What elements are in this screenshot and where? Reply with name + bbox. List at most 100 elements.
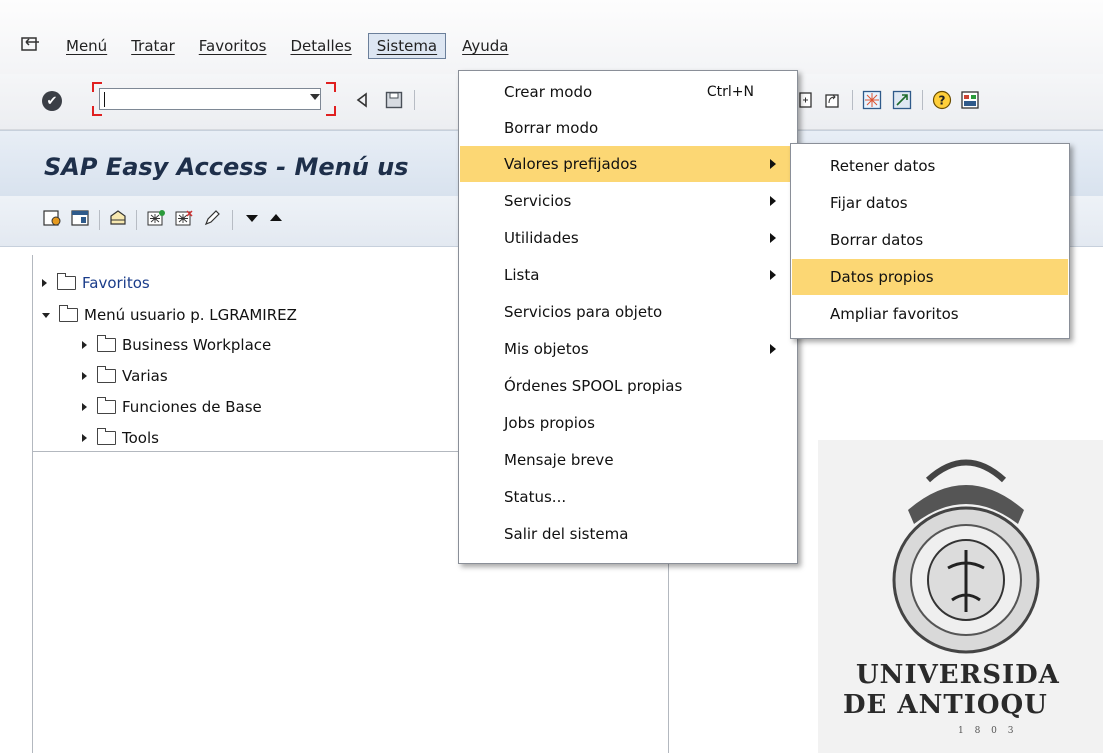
menu-item-servicios[interactable]: Servicios [460, 183, 796, 219]
menu-expand-icon[interactable] [20, 36, 42, 56]
move-up-icon[interactable] [266, 208, 286, 228]
menu-item-servicios-para-objeto[interactable]: Servicios para objeto [460, 294, 796, 330]
menu-item-label: Ampliar favoritos [830, 305, 959, 323]
tree-node-label: Tools [122, 429, 159, 447]
menu-item-retener-datos[interactable]: Retener datos [792, 148, 1068, 184]
expand-arrow-icon[interactable] [82, 372, 87, 380]
folder-icon [57, 273, 76, 290]
menu-ayuda[interactable]: Ayuda [454, 33, 516, 59]
menu-item-utilidades[interactable]: Utilidades [460, 220, 796, 256]
submenu-arrow-icon [770, 344, 776, 354]
logo-year: 1 8 0 3 [958, 726, 1018, 736]
toolbar-separator [232, 210, 233, 230]
university-logo: UNIVERSIDA DE ANTIOQU 1 8 0 3 [818, 440, 1103, 753]
tree-node-label: Funciones de Base [122, 398, 262, 416]
add-favorite-icon[interactable] [146, 208, 166, 228]
layout-icon[interactable] [862, 90, 882, 110]
menu-item-crear-modo[interactable]: Crear modo Ctrl+N [460, 74, 796, 110]
folder-icon [97, 397, 116, 414]
tree-node-favoritos[interactable]: Favoritos [42, 269, 150, 297]
delete-favorite-icon[interactable] [174, 208, 194, 228]
menu-item-label: Lista [504, 266, 540, 284]
menu-item-lista[interactable]: Lista [460, 257, 796, 293]
page-title: SAP Easy Access - Menú us [44, 153, 409, 181]
tree-node-tools[interactable]: Tools [82, 424, 159, 452]
menu-favoritos[interactable]: Favoritos [191, 33, 275, 59]
toolbar-separator [852, 90, 853, 110]
other-menu-icon[interactable] [108, 208, 128, 228]
menu-item-label: Jobs propios [504, 414, 595, 432]
menu-item-salir-del-sistema[interactable]: Salir del sistema [460, 516, 796, 552]
menu-item-mensaje-breve[interactable]: Mensaje breve [460, 442, 796, 478]
expand-arrow-icon[interactable] [42, 279, 47, 287]
toolbar-separator [414, 90, 415, 110]
menu-item-borrar-modo[interactable]: Borrar modo [460, 110, 796, 146]
menu-item-ordenes-spool[interactable]: Órdenes SPOOL propias [460, 368, 796, 404]
tree-node-label: Menú usuario p. LGRAMIREZ [84, 306, 297, 324]
change-favorite-icon[interactable] [202, 208, 222, 228]
help-icon[interactable]: ? [932, 90, 952, 110]
menu-item-label: Crear modo [504, 83, 593, 101]
save-icon[interactable] [384, 90, 404, 110]
sap-menu-icon[interactable] [70, 208, 90, 228]
top-bar: Menú Tratar Favoritos Detalles Sistema A… [0, 0, 1103, 75]
menu-item-fijar-datos[interactable]: Fijar datos [792, 185, 1068, 221]
submenu-arrow-icon [770, 233, 776, 243]
new-session-icon[interactable] [796, 90, 816, 110]
menu-item-borrar-datos[interactable]: Borrar datos [792, 222, 1068, 258]
expand-arrow-icon[interactable] [82, 341, 87, 349]
ok-icon[interactable]: ✔ [42, 91, 62, 111]
logo-text: DE ANTIOQU [843, 690, 1048, 720]
menu-item-label: Salir del sistema [504, 525, 629, 543]
tree-node-varias[interactable]: Varias [82, 362, 168, 390]
focus-corner [326, 106, 336, 116]
menu-item-label: Status... [504, 488, 567, 506]
toolbar-separator [99, 210, 100, 230]
shortcut-icon[interactable] [822, 90, 842, 110]
user-menu-icon[interactable] [42, 208, 62, 228]
submenu-arrow-icon [770, 196, 776, 206]
tree-node-label: Favoritos [82, 274, 150, 292]
menu-item-valores-prefijados[interactable]: Valores prefijados [460, 146, 796, 182]
menu-menu[interactable]: Menú [58, 33, 115, 59]
focus-corner [326, 82, 336, 92]
customize-icon[interactable] [960, 90, 980, 110]
menu-item-mis-objetos[interactable]: Mis objetos [460, 331, 796, 367]
tree-node-label: Varias [122, 367, 168, 385]
collapse-arrow-icon[interactable] [42, 312, 50, 318]
svg-text:?: ? [939, 94, 946, 108]
menu-item-shortcut: Ctrl+N [706, 84, 754, 100]
menu-item-ampliar-favoritos[interactable]: Ampliar favoritos [792, 296, 1068, 332]
menu-item-label: Borrar modo [504, 119, 599, 137]
menu-item-label: Mis objetos [504, 340, 589, 358]
university-seal-icon [892, 459, 1040, 654]
folder-icon [97, 335, 116, 352]
toolbar-separator [136, 210, 137, 230]
menu-detalles[interactable]: Detalles [282, 33, 359, 59]
tree-node-funciones-de-base[interactable]: Funciones de Base [82, 393, 262, 421]
command-field [92, 82, 336, 116]
menu-sistema[interactable]: Sistema [367, 33, 447, 59]
menu-item-datos-propios[interactable]: Datos propios [792, 259, 1068, 295]
sistema-menu: Crear modo Ctrl+N Borrar modo Valores pr… [458, 70, 798, 564]
move-down-icon[interactable] [242, 208, 262, 228]
menu-item-label: Mensaje breve [504, 451, 614, 469]
text-caret [104, 92, 105, 107]
tree-node-business-workplace[interactable]: Business Workplace [82, 331, 271, 359]
open-folder-icon [59, 305, 78, 322]
expand-arrow-icon[interactable] [82, 403, 87, 411]
menu-item-status[interactable]: Status... [460, 479, 796, 515]
logo-text: UNIVERSIDA [856, 660, 1060, 690]
expand-arrow-icon[interactable] [82, 434, 87, 442]
menu-item-label: Fijar datos [830, 194, 908, 212]
window-icon[interactable] [892, 90, 912, 110]
menu-item-jobs-propios[interactable]: Jobs propios [460, 405, 796, 441]
command-input[interactable] [99, 88, 321, 110]
tree-node-menu-usuario[interactable]: Menú usuario p. LGRAMIREZ [42, 301, 297, 329]
menu-item-label: Órdenes SPOOL propias [504, 377, 683, 395]
chevron-down-icon[interactable] [310, 94, 320, 100]
back-icon[interactable] [352, 90, 372, 110]
menu-item-label: Retener datos [830, 157, 936, 175]
menu-tratar[interactable]: Tratar [123, 33, 183, 59]
menu-item-label: Utilidades [504, 229, 579, 247]
